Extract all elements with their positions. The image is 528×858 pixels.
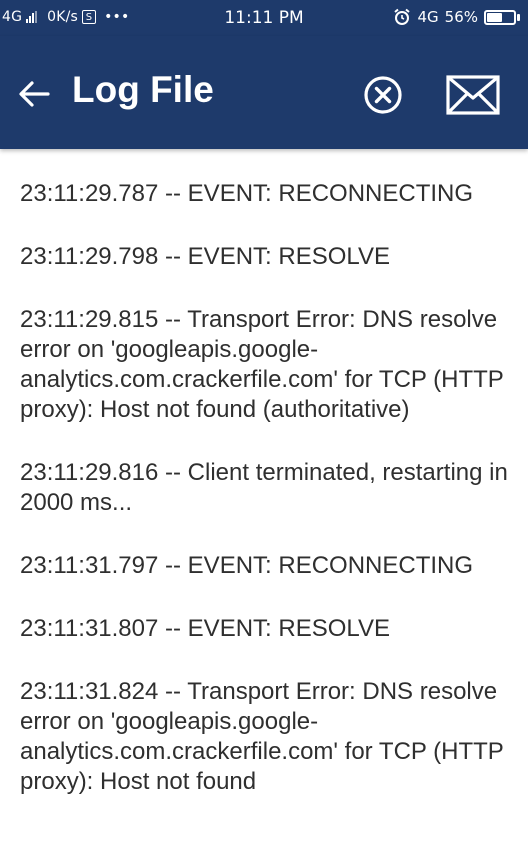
log-entry: 23:11:29.815 -- Transport Error: DNS res… xyxy=(20,306,504,423)
log-entry: 23:11:31.807 -- EVENT: RESOLVE xyxy=(20,615,390,642)
clear-log-button[interactable] xyxy=(360,72,406,118)
battery-percent: 56% xyxy=(444,8,478,26)
arrow-left-icon xyxy=(19,81,50,107)
page-title: Log File xyxy=(72,69,214,110)
network-type-right: 4G xyxy=(417,8,439,26)
battery-icon xyxy=(484,9,520,25)
status-bar: 4G 0K/s S ••• 11:11 PM 4G 56% xyxy=(0,0,528,36)
log-content[interactable]: 23:11:29.787 -- EVENT: RECONNECTING 23:1… xyxy=(0,149,528,858)
log-entry: 23:11:29.816 -- Client terminated, resta… xyxy=(20,459,508,516)
close-circle-icon xyxy=(364,76,402,114)
log-entry: 23:11:29.787 -- EVENT: RECONNECTING xyxy=(20,180,474,207)
mail-icon xyxy=(446,75,500,115)
log-entry: 23:11:31.797 -- EVENT: RECONNECTING xyxy=(20,552,474,579)
log-entry: 23:11:29.798 -- EVENT: RESOLVE xyxy=(20,243,390,270)
back-button[interactable] xyxy=(14,74,54,114)
status-right: 4G 56% xyxy=(393,8,520,26)
email-log-button[interactable] xyxy=(445,72,501,118)
log-entry: 23:11:31.824 -- Transport Error: DNS res… xyxy=(20,678,504,795)
app-bar: Log File xyxy=(0,36,528,149)
alarm-icon xyxy=(394,8,411,25)
